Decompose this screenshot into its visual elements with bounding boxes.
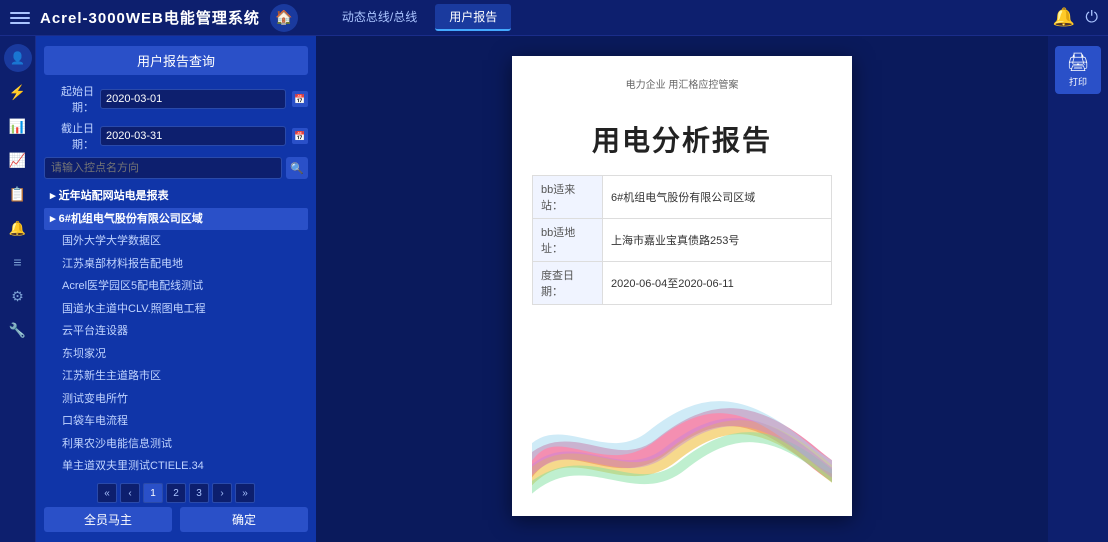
report-info-table: bb适来站：6#机组电气股份有限公司区域bb适地址：上海市嘉业宝真债路253号度… xyxy=(532,175,832,305)
nav-item-dynamic[interactable]: 动态总线/总线 xyxy=(328,4,431,31)
tree-item[interactable]: 测试变电所竹 xyxy=(44,388,308,411)
report-info-label: 度查日期： xyxy=(533,262,603,305)
list-icon[interactable]: ≡ xyxy=(4,248,32,276)
end-date-input[interactable] xyxy=(100,126,286,146)
tree-item[interactable]: 东坝家况 xyxy=(44,343,308,366)
page-prev-button[interactable]: ‹ xyxy=(120,483,140,503)
sidebar-icon-strip: 👤 ⚡ 📊 📈 📋 🔔 ≡ ⚙ 🔧 xyxy=(0,36,36,542)
page-2-button[interactable]: 2 xyxy=(166,483,186,503)
main-layout: 👤 ⚡ 📊 📈 📋 🔔 ≡ ⚙ 🔧 用户报告查询 起始日期： 📅 截止日期： 📅… xyxy=(0,36,1108,542)
power-icon[interactable]: ⏻ xyxy=(1085,9,1098,27)
topbar-right: 🔔 ⏻ xyxy=(1053,7,1098,28)
home-button[interactable]: 🏠 xyxy=(270,4,298,32)
report-wave-decoration xyxy=(532,396,832,496)
tree-item[interactable]: ▸ 近年站配网站电是报表 xyxy=(44,185,308,208)
end-date-label: 截止日期： xyxy=(44,120,94,152)
export-button[interactable]: 全员马主 xyxy=(44,507,172,532)
tree-item[interactable]: 利果农沙电能信息测试 xyxy=(44,433,308,456)
chart-icon[interactable]: 📊 xyxy=(4,112,32,140)
printer-icon: 🖨 xyxy=(1067,52,1090,73)
page-1-button[interactable]: 1 xyxy=(143,483,163,503)
start-date-label: 起始日期： xyxy=(44,83,94,115)
tree-item[interactable]: 云平台连设器 xyxy=(44,320,308,343)
bottom-buttons: 全员马主 确定 xyxy=(44,507,308,532)
user-avatar[interactable]: 👤 xyxy=(4,44,32,72)
wrench-icon[interactable]: 🔧 xyxy=(4,316,32,344)
tree-item[interactable]: 单主道双夫里测试CTIELE.34 xyxy=(44,455,308,477)
page-3-button[interactable]: 3 xyxy=(189,483,209,503)
lightning-icon[interactable]: ⚡ xyxy=(4,78,32,106)
top-nav: 动态总线/总线 用户报告 xyxy=(328,4,511,31)
report-page: 电力企业 用汇格应控管案 用电分析报告 bb适来站：6#机组电气股份有限公司区域… xyxy=(512,56,852,516)
tree-item[interactable]: 国道水主道中CLV.照图电工程 xyxy=(44,298,308,321)
print-label: 打印 xyxy=(1069,75,1087,88)
tree-item[interactable]: 江苏新生主道路市区 xyxy=(44,365,308,388)
search-button[interactable]: 🔍 xyxy=(286,157,308,179)
pagination: « ‹ 1 2 3 › » xyxy=(44,483,308,503)
right-panel: 🖨 打印 xyxy=(1048,36,1108,542)
bell-icon[interactable]: 🔔 xyxy=(4,214,32,242)
search-input[interactable] xyxy=(44,157,282,179)
tree-list: ▸ 近年站配网站电是报表▸ 6#机组电气股份有限公司区域国外大学大学数据区江苏桌… xyxy=(44,185,308,477)
report-info-value: 2020-06-04至2020-06-11 xyxy=(603,262,832,305)
end-date-calendar-icon[interactable]: 📅 xyxy=(292,128,308,144)
end-date-row: 截止日期： 📅 xyxy=(44,120,308,152)
report-info-label: bb适来站： xyxy=(533,176,603,219)
page-next-button[interactable]: › xyxy=(212,483,232,503)
page-first-button[interactable]: « xyxy=(97,483,117,503)
report-area: 电力企业 用汇格应控管案 用电分析报告 bb适来站：6#机组电气股份有限公司区域… xyxy=(316,36,1048,542)
tree-item[interactable]: 江苏桌部材料报告配电地 xyxy=(44,253,308,276)
alarm-icon[interactable]: 🔔 xyxy=(1053,7,1075,28)
app-title: Acrel-3000WEB电能管理系统 xyxy=(40,7,260,28)
left-panel: 用户报告查询 起始日期： 📅 截止日期： 📅 🔍 ▸ 近年站配网站电是报表▸ 6… xyxy=(36,36,316,542)
tree-item[interactable]: Acrel医学园区5配电配线测试 xyxy=(44,275,308,298)
start-date-calendar-icon[interactable]: 📅 xyxy=(292,91,308,107)
topbar: Acrel-3000WEB电能管理系统 🏠 动态总线/总线 用户报告 🔔 ⏻ xyxy=(0,0,1108,36)
panel-title: 用户报告查询 xyxy=(44,46,308,75)
clipboard-icon[interactable]: 📋 xyxy=(4,180,32,208)
print-button[interactable]: 🖨 打印 xyxy=(1055,46,1101,94)
report-info-value: 上海市嘉业宝真债路253号 xyxy=(603,219,832,262)
search-row: 🔍 xyxy=(44,157,308,179)
settings-icon[interactable]: ⚙ xyxy=(4,282,32,310)
graph-icon[interactable]: 📈 xyxy=(4,146,32,174)
report-title: 用电分析报告 xyxy=(532,119,832,159)
page-last-button[interactable]: » xyxy=(235,483,255,503)
confirm-button[interactable]: 确定 xyxy=(180,507,308,532)
tree-item[interactable]: 国外大学大学数据区 xyxy=(44,230,308,253)
report-info-label: bb适地址： xyxy=(533,219,603,262)
tree-item[interactable]: 口袋车电流程 xyxy=(44,410,308,433)
nav-item-user-report[interactable]: 用户报告 xyxy=(435,4,511,31)
tree-item[interactable]: ▸ 6#机组电气股份有限公司区域 xyxy=(44,208,308,231)
report-header-text: 电力企业 用汇格应控管案 xyxy=(532,76,832,91)
report-info-value: 6#机组电气股份有限公司区域 xyxy=(603,176,832,219)
hamburger-icon[interactable] xyxy=(10,8,30,28)
start-date-input[interactable] xyxy=(100,89,286,109)
start-date-row: 起始日期： 📅 xyxy=(44,83,308,115)
